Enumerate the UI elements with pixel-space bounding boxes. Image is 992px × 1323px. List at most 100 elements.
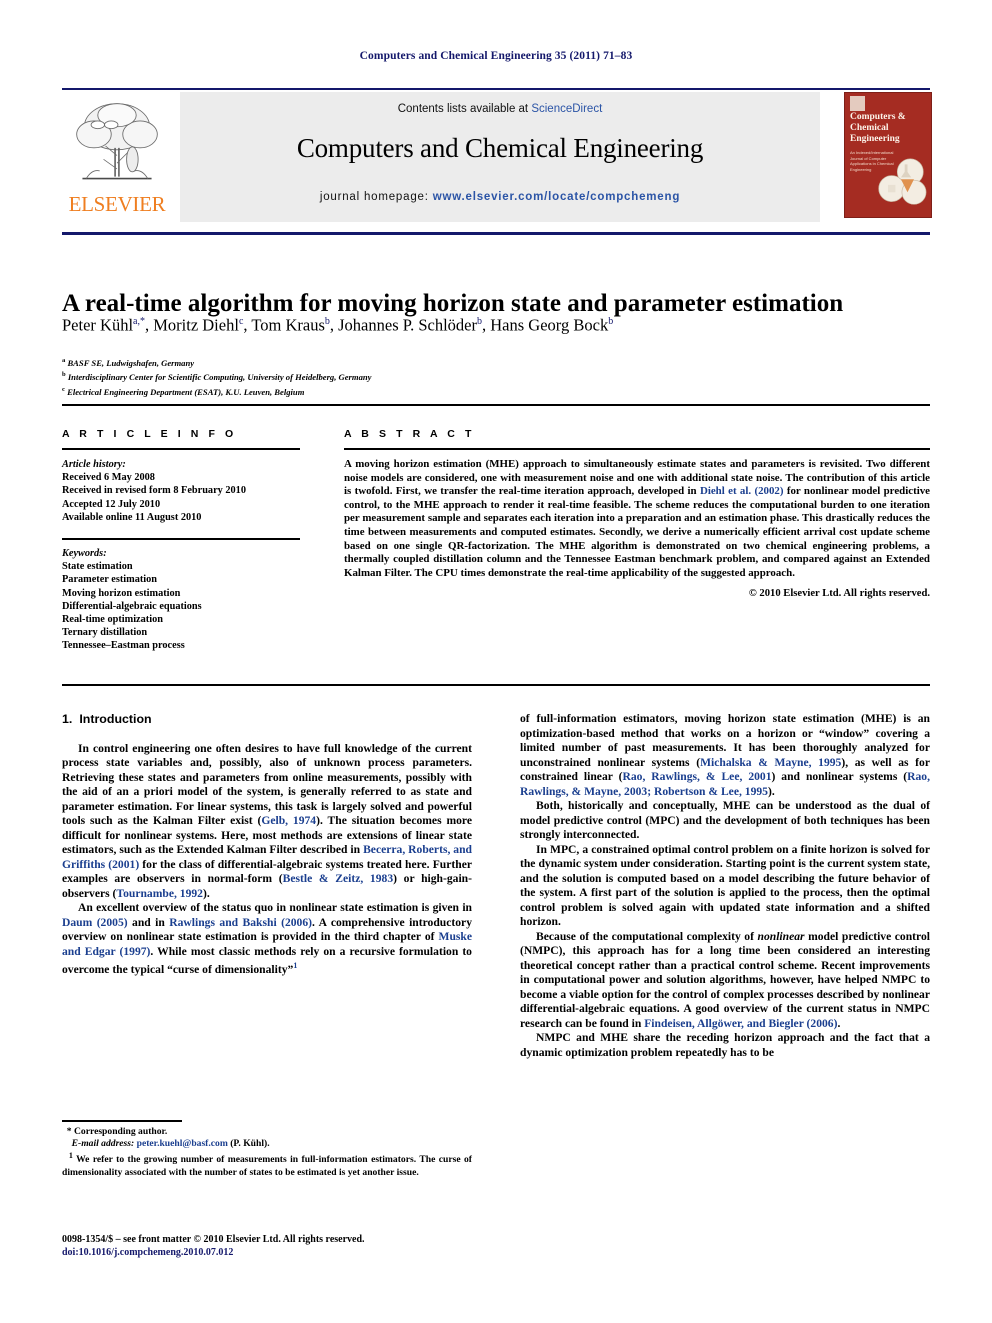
body-paragraph: An excellent overview of the status quo … — [62, 901, 472, 976]
section-heading-introduction: 1. Introduction — [62, 712, 472, 727]
keyword-item: Tennessee–Eastman process — [62, 640, 185, 652]
article-info-block: A R T I C L E I N F O Article history: R… — [62, 428, 300, 653]
abstract-block: A B S T R A C T A moving horizon estimat… — [344, 428, 930, 599]
left-column-paragraphs: In control engineering one often desires… — [62, 742, 472, 978]
affiliation-mark: a — [62, 357, 66, 364]
footnote-1-text: We refer to the growing number of measur… — [62, 1154, 472, 1178]
footnote-block: * Corresponding author. E-mail address: … — [62, 1126, 472, 1179]
affiliation-mark: b — [62, 371, 66, 379]
journal-cover-thumbnail: Computers & Chemical Engineering An Inde… — [844, 92, 932, 218]
elsevier-tree-icon — [76, 103, 158, 180]
contents-list-line: Contents lists available at ScienceDirec… — [180, 103, 820, 115]
author-name: Tom Kraus — [251, 315, 325, 335]
article-info-heading: A R T I C L E I N F O — [62, 428, 237, 440]
elsevier-logo: ELSEVIER — [62, 92, 172, 222]
imprint-block: 0098-1354/$ – see front matter © 2010 El… — [62, 1233, 532, 1259]
body-paragraph: of full-information estimators, moving h… — [520, 712, 931, 798]
citation-link[interactable]: Rao, Rawlings, & Lee, 2001 — [622, 770, 771, 783]
footnote-reference[interactable]: 1 — [293, 961, 297, 970]
running-head: Computers and Chemical Engineering 35 (2… — [359, 50, 633, 62]
abstract-citation-link[interactable]: Diehl et al. (2002) — [700, 485, 784, 497]
author-affiliation-mark: b — [608, 316, 614, 327]
author-affiliation-mark: b — [324, 316, 330, 327]
history-line: Received in revised form 8 February 2010 — [62, 485, 246, 497]
cover-publisher-badge-icon — [850, 96, 865, 111]
journal-homepage-link[interactable]: www.elsevier.com/locate/compchemeng — [433, 191, 680, 203]
author-list: Peter Kühla,*, Moritz Diehlc, Tom Krausb… — [62, 315, 614, 335]
body-paragraph: NMPC and MHE share the receding horizon … — [520, 1031, 930, 1059]
email-note: E-mail address: peter.kuehl@basf.com (P.… — [62, 1138, 472, 1150]
journal-masthead: ELSEVIER Contents lists available at Sci… — [62, 92, 932, 222]
citation-link[interactable]: Findeisen, Allgöwer, and Biegler (2006) — [644, 1017, 837, 1030]
keyword-item: Differential-algebraic equations — [62, 600, 202, 612]
section-title: Introduction — [79, 712, 152, 726]
right-column-paragraphs: of full-information estimators, moving h… — [520, 712, 930, 1060]
body-paragraph: In control engineering one often desires… — [62, 741, 472, 900]
masthead-band: Contents lists available at ScienceDirec… — [180, 92, 820, 222]
citation-link[interactable]: Daum (2005) — [62, 916, 128, 929]
body-column-right: of full-information estimators, moving h… — [520, 712, 930, 1060]
body-paragraph: Because of the computational complexity … — [520, 929, 930, 1030]
citation-link[interactable]: Tournambe, 1992 — [116, 887, 203, 900]
citation-link[interactable]: Bestle & Zeitz, 1983 — [283, 872, 394, 885]
history-line: Available online 11 August 2010 — [62, 511, 202, 523]
doi-line[interactable]: doi:10.1016/j.compchemeng.2010.07.012 — [62, 1246, 532, 1259]
author-name: Moritz Diehl — [153, 315, 239, 335]
abstract-heading: A B S T R A C T — [344, 428, 475, 440]
cover-artwork-icon — [878, 158, 927, 205]
affiliation-line: b Interdisciplinary Center for Scientifi… — [62, 371, 372, 383]
body-paragraph: In MPC, a constrained optimal control pr… — [520, 842, 930, 929]
affiliation-list: a BASF SE, Ludwigshafen, Germany b Interd… — [62, 355, 930, 398]
keywords-block: Keywords: State estimation Parameter esti… — [62, 547, 300, 653]
citation-link[interactable]: Muske and Edgar (1997) — [62, 930, 472, 958]
citation-link[interactable]: Gelb, 1974 — [261, 814, 316, 827]
section-number: 1. — [62, 712, 73, 726]
author-affiliation-mark: c — [238, 316, 244, 327]
sciencedirect-link[interactable]: ScienceDirect — [531, 103, 602, 115]
corresponding-text: Corresponding author. — [74, 1126, 168, 1137]
keyword-lines: State estimation Parameter estimation Movi… — [62, 560, 300, 652]
email-label: E-mail address: — [71, 1138, 135, 1150]
affiliation-mark: c — [62, 385, 65, 393]
affiliation-line: a BASF SE, Ludwigshafen, Germany — [62, 357, 195, 368]
keyword-item: Real-time optimization — [62, 614, 163, 626]
issn-copyright-line: 0098-1354/$ – see front matter © 2010 El… — [62, 1234, 365, 1245]
author-affiliation-mark: b — [477, 316, 483, 327]
keywords-heading: Keywords: — [62, 548, 107, 560]
citation-link[interactable]: Becerra, Roberts, and Griffiths (2001) — [62, 843, 472, 871]
elsevier-wordmark: ELSEVIER — [68, 192, 166, 216]
keyword-item: Moving horizon estimation — [62, 587, 181, 599]
author-name: Johannes P. Schlöder — [338, 315, 478, 335]
emphasis-text: nonlinear — [757, 929, 805, 943]
corresponding-author-note: * Corresponding author. — [62, 1126, 472, 1138]
email-address-link[interactable]: peter.kuehl@basf.com — [137, 1138, 228, 1149]
masthead-top-rule — [62, 88, 930, 90]
article-history-heading: Article history: — [62, 459, 126, 470]
paper-page: Computers and Chemical Engineering 35 (2… — [0, 0, 992, 1323]
body-column-left: 1. Introduction In control engineering on… — [62, 712, 472, 977]
copyright-line: © 2010 Elsevier Ltd. All rights reserved… — [748, 588, 930, 600]
journal-homepage-line: journal homepage: www.elsevier.com/locat… — [180, 191, 820, 203]
contents-prefix: Contents lists available at — [397, 103, 532, 115]
history-line: Received 6 May 2008 — [62, 472, 155, 484]
author-name: Hans Georg Bock — [490, 315, 609, 335]
homepage-prefix: journal homepage: — [319, 191, 433, 203]
affiliation-rule — [62, 404, 930, 406]
citation-link[interactable]: Rawlings and Bakshi (2006) — [169, 916, 312, 929]
numbered-footnote: 1 We refer to the growing number of meas… — [62, 1150, 472, 1179]
keywords-rule — [62, 538, 300, 541]
body-paragraph: Both, historically and conceptually, MHE… — [520, 799, 930, 841]
email-owner: (P. Kühl). — [230, 1138, 270, 1150]
abstract-text: A moving horizon estimation (MHE) approa… — [344, 458, 930, 579]
article-history: Article history: Received 6 May 2008 Rece… — [62, 458, 300, 524]
footnote-separator — [62, 1120, 182, 1122]
history-lines: Received 6 May 2008 Received in revised f… — [62, 471, 300, 524]
corresponding-mark: * — [66, 1126, 72, 1137]
article-info-rule — [62, 448, 300, 450]
history-line: Accepted 12 July 2010 — [62, 498, 161, 510]
abstract-bottom-rule — [62, 684, 930, 686]
author-name: Peter Kühl — [62, 315, 134, 335]
keyword-item: Parameter estimation — [62, 574, 158, 586]
citation-link[interactable]: Michalska & Mayne, 1995 — [700, 756, 841, 769]
masthead-bottom-rule — [62, 232, 930, 235]
